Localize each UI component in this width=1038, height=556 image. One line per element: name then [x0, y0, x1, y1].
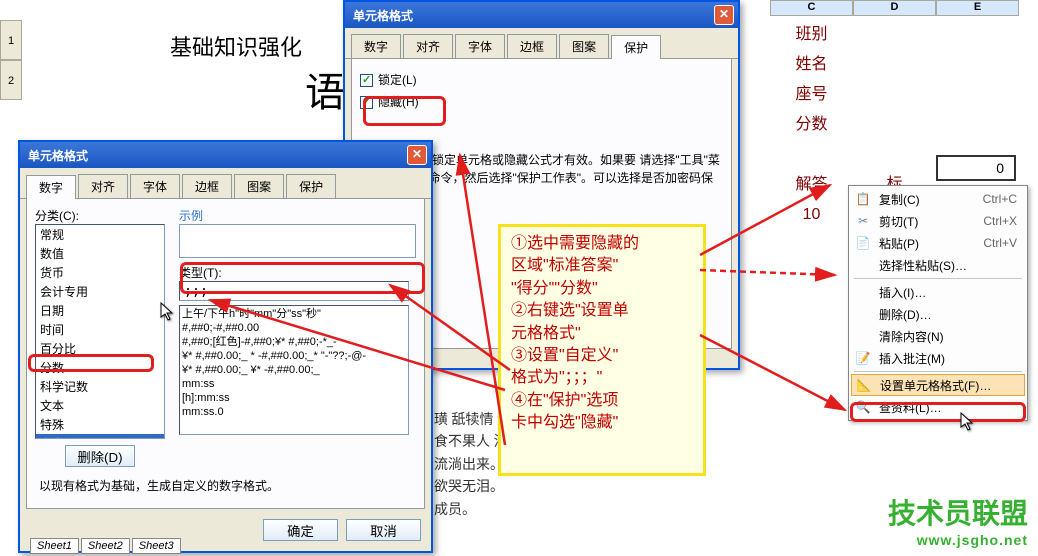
menu-item[interactable]: 🔍查资料(L)… — [851, 396, 1025, 418]
type-label: 类型(T): — [179, 264, 416, 281]
menu-icon: 📝 — [855, 351, 871, 365]
active-cell[interactable]: 0 — [936, 155, 1016, 181]
sample-box — [179, 224, 416, 258]
format-item[interactable]: #,##0;-#,##0.00 — [182, 321, 406, 335]
menu-item[interactable]: 📋复制(C)Ctrl+C — [851, 188, 1025, 210]
format-item[interactable]: mm:ss.0 — [182, 405, 406, 419]
lock-checkbox[interactable]: ✓ — [360, 74, 373, 87]
menu-item[interactable]: ✂剪切(T)Ctrl+X — [851, 210, 1025, 232]
lock-label: 锁定(L) — [378, 71, 417, 89]
format-item[interactable]: ¥* #,##0.00;_ ¥* -#,##0.00;_ — [182, 363, 406, 377]
menu-item[interactable]: 插入(I)… — [851, 281, 1025, 303]
cell[interactable] — [770, 140, 853, 170]
category-item[interactable]: 特殊 — [36, 415, 164, 434]
sheet-tab-bar: Sheet1 Sheet2 Sheet3 — [30, 538, 181, 554]
ok-button[interactable]: 确定 — [263, 519, 338, 541]
sheet-tab[interactable]: Sheet1 — [30, 538, 79, 554]
menu-item[interactable]: 选择性粘贴(S)… — [851, 254, 1025, 276]
category-label: 分类(C): — [35, 207, 165, 224]
category-item[interactable]: 百分比 — [36, 339, 164, 358]
tab-protect[interactable]: 保护 — [611, 35, 661, 59]
delete-button[interactable]: 删除(D) — [65, 445, 135, 467]
tab-number[interactable]: 数字 — [351, 34, 401, 58]
cell[interactable]: 10 — [770, 200, 853, 230]
close-icon[interactable]: ✕ — [407, 145, 427, 165]
menu-icon: 📄 — [855, 236, 871, 250]
col-header[interactable]: E — [936, 0, 1019, 16]
sample-label: 示例 — [179, 207, 416, 224]
format-list[interactable]: 上午/下午h"时"mm"分"ss"秒"#,##0;-#,##0.00#,##0;… — [179, 305, 409, 435]
menu-item[interactable]: 📝插入批注(M) — [851, 347, 1025, 369]
sheet-tab[interactable]: Sheet2 — [81, 538, 130, 554]
format-item[interactable]: [h]:mm:ss — [182, 391, 406, 405]
tab-align[interactable]: 对齐 — [78, 174, 128, 198]
format-description: 以现有格式为基础，生成自定义的数字格式。 — [35, 467, 416, 500]
category-item[interactable]: 会计专用 — [36, 282, 164, 301]
category-item[interactable]: 数值 — [36, 244, 164, 263]
row-header[interactable]: 1 — [0, 20, 22, 60]
format-item[interactable]: 上午/下午h"时"mm"分"ss"秒" — [182, 307, 406, 321]
cancel-button[interactable]: 取消 — [346, 519, 421, 541]
page-title: 基础知识强化 — [170, 30, 302, 62]
category-item[interactable]: 货币 — [36, 263, 164, 282]
tab-font[interactable]: 字体 — [130, 174, 180, 198]
menu-icon: 📐 — [856, 378, 872, 392]
cursor-icon — [160, 302, 174, 322]
cell[interactable]: 班别 — [770, 20, 853, 50]
tab-font[interactable]: 字体 — [455, 34, 505, 58]
format-item[interactable]: #,##0;[红色]-#,##0;¥* #,##0;-*_- — [182, 335, 406, 349]
tab-border[interactable]: 边框 — [182, 174, 232, 198]
hidden-checkbox[interactable]: ✓ — [360, 96, 373, 109]
tab-bar: 数字 对齐 字体 边框 图案 保护 — [345, 28, 738, 59]
close-icon[interactable]: ✕ — [714, 5, 734, 25]
hidden-label: 隐藏(H) — [378, 93, 419, 111]
tab-pattern[interactable]: 图案 — [559, 34, 609, 58]
annotation-steps: ①选中需要隐藏的 区域"标准答案" "得分""分数" ②右键选"设置单 元格格式… — [498, 224, 706, 476]
category-item[interactable]: 时间 — [36, 320, 164, 339]
cursor-icon — [960, 412, 974, 432]
sheet-tab[interactable]: Sheet3 — [132, 538, 181, 554]
cell[interactable]: 姓名 — [770, 50, 853, 80]
col-header[interactable]: C — [770, 0, 853, 16]
tab-pattern[interactable]: 图案 — [234, 174, 284, 198]
row-header[interactable]: 2 — [0, 60, 22, 100]
tab-border[interactable]: 边框 — [507, 34, 557, 58]
cell[interactable]: 解答 — [770, 170, 853, 200]
category-list[interactable]: 常规数值货币会计专用日期时间百分比分数科学记数文本特殊自定义 — [35, 224, 165, 439]
cell[interactable]: 分数 — [770, 110, 853, 140]
cell[interactable]: 座号 — [770, 80, 853, 110]
dialog-title: 单元格格式 — [28, 147, 88, 164]
tab-align[interactable]: 对齐 — [403, 34, 453, 58]
tab-bar: 数字 对齐 字体 边框 图案 保护 — [20, 168, 431, 199]
menu-icon: 📋 — [855, 192, 871, 206]
format-item[interactable]: ¥* #,##0.00;_ * -#,##0.00;_* "-"??;-@- — [182, 349, 406, 363]
context-menu: 📋复制(C)Ctrl+C✂剪切(T)Ctrl+X📄粘贴(P)Ctrl+V选择性粘… — [848, 185, 1028, 421]
menu-icon: ✂ — [855, 214, 871, 228]
document-heading: 语 — [305, 60, 345, 118]
tab-number[interactable]: 数字 — [26, 175, 76, 199]
category-item[interactable]: 分数 — [36, 358, 164, 377]
category-item[interactable]: 常规 — [36, 225, 164, 244]
menu-item[interactable]: 📄粘贴(P)Ctrl+V — [851, 232, 1025, 254]
format-cells-dialog-number: 单元格格式 ✕ 数字 对齐 字体 边框 图案 保护 分类(C): 常规数值货币会… — [18, 140, 433, 553]
category-item[interactable]: 科学记数 — [36, 377, 164, 396]
menu-item[interactable]: 删除(D)… — [851, 303, 1025, 325]
menu-item[interactable]: 清除内容(N) — [851, 325, 1025, 347]
format-item[interactable]: mm:ss — [182, 377, 406, 391]
category-item[interactable]: 自定义 — [36, 434, 164, 439]
tab-protect[interactable]: 保护 — [286, 174, 336, 198]
category-item[interactable]: 文本 — [36, 396, 164, 415]
watermark: 技术员联盟 www.jsgho.net — [888, 492, 1028, 548]
col-header[interactable]: D — [853, 0, 936, 16]
type-input[interactable] — [179, 281, 409, 301]
menu-item[interactable]: 📐设置单元格格式(F)… — [851, 374, 1025, 396]
dialog-title: 单元格格式 — [353, 7, 413, 24]
menu-icon: 🔍 — [855, 400, 871, 414]
category-item[interactable]: 日期 — [36, 301, 164, 320]
